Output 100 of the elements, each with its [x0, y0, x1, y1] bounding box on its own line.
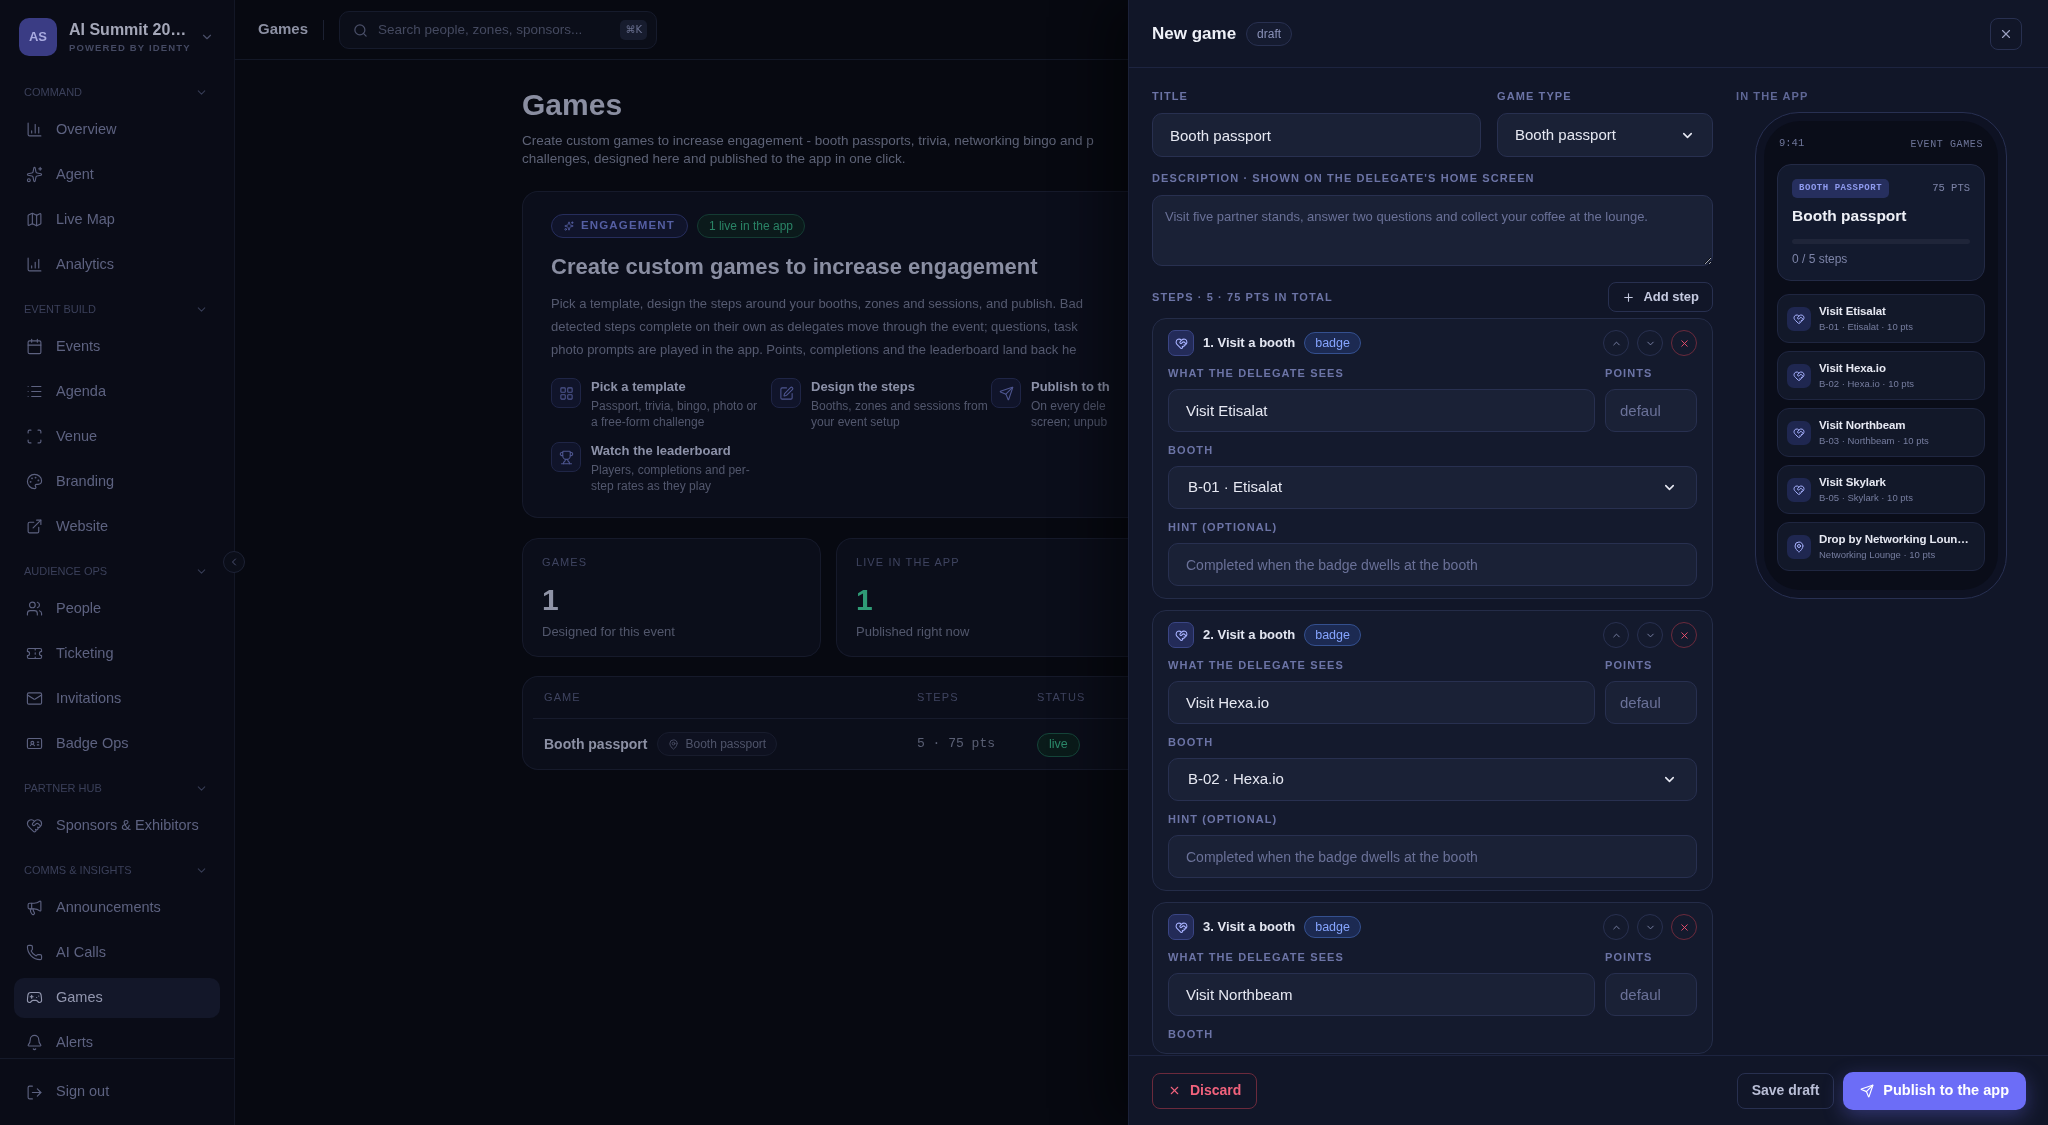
nav-item[interactable]: Venue: [14, 416, 220, 457]
field-label: BOOTH: [1168, 1027, 1215, 1041]
step-text-field[interactable]: Visit Hexa.io: [1168, 681, 1595, 724]
x-icon: [1678, 629, 1690, 641]
nav-item[interactable]: Alerts: [14, 1022, 220, 1058]
points-field[interactable]: defaul: [1605, 681, 1697, 724]
id-card-icon: [26, 735, 43, 752]
nav-item[interactable]: Games: [14, 977, 220, 1018]
feature-title: Pick a template: [591, 378, 687, 396]
trigger-badge: badge: [1304, 916, 1361, 938]
trigger-badge: badge: [1304, 332, 1361, 354]
nav-item[interactable]: Analytics: [14, 244, 220, 285]
description-field[interactable]: Visit five partner stands, answer two questions and collect your coffee at the lounge.: [1152, 195, 1713, 266]
nav-item[interactable]: Overview: [14, 109, 220, 150]
preview-label: IN THE APP: [1736, 89, 1809, 103]
nav-item[interactable]: Branding: [14, 461, 220, 502]
step-text-field[interactable]: Visit Northbeam: [1168, 973, 1595, 1016]
sparkle-icon: [564, 221, 574, 231]
page-heading: Games: [522, 87, 624, 123]
steps-heading: STEPS · 5 · 75 PTS IN TOTAL: [1152, 289, 1333, 305]
feature-description: Booths, zones and sessions from your event setup: [811, 398, 988, 430]
search-icon: [353, 22, 369, 38]
nav-item[interactable]: Announcements: [14, 887, 220, 928]
booth-select[interactable]: B-02 · Hexa.io: [1168, 758, 1697, 801]
nav-item[interactable]: Badge Ops: [14, 723, 220, 764]
ticket-icon: [26, 645, 43, 662]
send-icon: [1860, 1083, 1875, 1098]
game-title: Booth passport: [1792, 206, 1908, 226]
nav-item[interactable]: Live Map: [14, 199, 220, 240]
nav-item[interactable]: Agenda: [14, 371, 220, 412]
hint-field[interactable]: Completed when the badge dwells at the booth: [1168, 835, 1697, 878]
panel-title: New game: [1152, 22, 1237, 45]
hint-field[interactable]: Completed when the badge dwells at the booth: [1168, 543, 1697, 586]
nav-item[interactable]: Invitations: [14, 678, 220, 719]
field-label: BOOTH: [1168, 443, 1215, 457]
sign-out-button[interactable]: Sign out: [14, 1072, 220, 1112]
game-type-select[interactable]: Booth passport: [1497, 113, 1713, 157]
field-label: DESCRIPTION · SHOWN ON THE DELEGATE'S HOME SCREEN: [1152, 171, 1536, 185]
field-label: HINT (OPTIONAL): [1168, 520, 1279, 534]
x-icon: [1168, 1084, 1181, 1097]
mail-icon: [26, 690, 43, 707]
feature-description: Players, completions and per- step rates as they play: [591, 462, 750, 494]
feature-title: Design the steps: [811, 378, 917, 396]
field-label: POINTS: [1605, 950, 1654, 964]
trophy-icon: [551, 442, 581, 472]
game-type-badge: BOOTH PASSPORT: [1792, 179, 1890, 198]
heart-handshake-icon: [1168, 914, 1194, 940]
step-preview-title: Drop by Networking Loun…: [1819, 532, 1969, 547]
nav-item[interactable]: People: [14, 588, 220, 629]
x-icon: [1678, 921, 1690, 933]
section-heading: PARTNER HUB: [24, 780, 102, 796]
section-heading: EVENT BUILD: [24, 301, 96, 317]
step-title: 3. Visit a booth: [1203, 918, 1296, 937]
bar-chart-icon: [26, 256, 43, 273]
step-preview-detail: B-01 · Etisalat · 10 pts: [1819, 321, 1913, 333]
heart-handshake-icon: [1168, 330, 1194, 356]
external-link-icon: [26, 518, 43, 535]
step-preview-title: Visit Etisalat: [1819, 304, 1887, 319]
nav-item[interactable]: Events: [14, 326, 220, 367]
tag-label: Booth passport: [685, 736, 767, 753]
column-header: STATUS: [1037, 690, 1087, 706]
nav-item[interactable]: Ticketing: [14, 633, 220, 674]
live-count-badge: 1 live in the app: [696, 214, 805, 238]
nav-item[interactable]: Sponsors & Exhibitors: [14, 805, 220, 846]
feature-title: Watch the leaderboard: [591, 442, 732, 460]
publish-button[interactable]: Publish to the app: [1843, 1071, 2026, 1110]
nav-item[interactable]: AI Calls: [14, 932, 220, 973]
heart-handshake-icon: [1787, 420, 1811, 445]
booth-select[interactable]: B-01 · Etisalat: [1168, 466, 1697, 509]
nav-item[interactable]: Agent: [14, 154, 220, 195]
feature-title: Publish to th: [1031, 378, 1110, 396]
logout-icon: [26, 1083, 43, 1101]
step-title: 1. Visit a booth: [1203, 334, 1296, 353]
field-label: WHAT THE DELEGATE SEES: [1168, 658, 1345, 672]
screen-title: EVENT GAMES: [1910, 137, 1983, 152]
feature-description: On every dele screen; unpub: [1031, 398, 1109, 430]
grid-icon: [551, 378, 581, 408]
close-button[interactable]: [1990, 17, 2022, 50]
discard-button[interactable]: Discard: [1152, 1072, 1258, 1109]
x-icon: [1678, 337, 1690, 349]
add-step-button[interactable]: Add step: [1608, 282, 1713, 312]
column-header: GAME: [544, 690, 582, 706]
points-field[interactable]: defaul: [1605, 973, 1697, 1016]
nav-item[interactable]: Website: [14, 506, 220, 547]
page-description: Create custom games to increase engagement - booth passports, trivia, networking bingo and p challenges, designed here and published to the app in one click.: [522, 132, 1095, 168]
points-field[interactable]: defaul: [1605, 389, 1697, 432]
bar-chart-icon: [26, 121, 43, 138]
title-field[interactable]: Booth passport: [1152, 113, 1481, 157]
section-heading: COMMS & INSIGHTS: [24, 862, 132, 878]
intro-paragraph: Pick a template, design the steps around your booths, zones and sessions, and publish. Bad detected steps complete on their own as delegates move through the event; questions, task photo prompts are played in the app. Points, completions and the leaderboard land back he: [551, 295, 1084, 359]
stat-label: LIVE IN THE APP: [856, 555, 961, 569]
workspace-name[interactable]: AI Summit 20…: [69, 20, 200, 40]
palette-icon: [26, 473, 43, 490]
step-preview-detail: Networking Lounge · 10 pts: [1819, 549, 1937, 561]
collapse-sidebar-button[interactable]: [223, 551, 245, 573]
save-draft-button[interactable]: Save draft: [1736, 1072, 1835, 1109]
step-preview-detail: B-03 · Northbeam · 10 pts: [1819, 435, 1929, 447]
field-label: GAME TYPE: [1497, 89, 1573, 103]
step-text-field[interactable]: Visit Etisalat: [1168, 389, 1595, 432]
game-name: Booth passport: [544, 734, 648, 754]
